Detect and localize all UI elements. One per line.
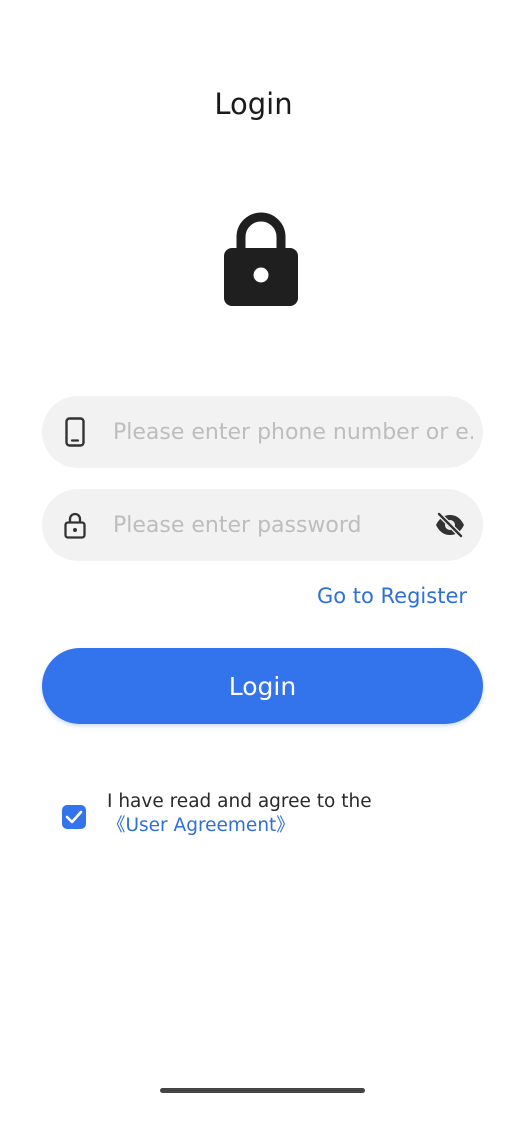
lock-icon <box>224 212 298 306</box>
phone-icon <box>62 417 88 447</box>
eye-off-icon[interactable] <box>433 510 467 540</box>
check-icon <box>65 810 83 824</box>
lock-outline-icon <box>62 510 88 540</box>
register-link[interactable]: Go to Register <box>317 582 467 610</box>
agreement-checkbox[interactable] <box>62 805 86 829</box>
password-input[interactable] <box>113 489 413 561</box>
account-field[interactable] <box>42 396 483 468</box>
password-field[interactable] <box>42 489 483 561</box>
home-indicator <box>160 1088 365 1093</box>
page-title: Login <box>214 87 293 121</box>
account-input[interactable] <box>113 396 473 468</box>
login-button[interactable]: Login <box>42 648 483 724</box>
agreement-label: I have read and agree to the <box>107 791 372 812</box>
agreement-text: I have read and agree to the 《User Agree… <box>107 790 437 838</box>
user-agreement-link[interactable]: 《User Agreement》 <box>107 815 295 836</box>
